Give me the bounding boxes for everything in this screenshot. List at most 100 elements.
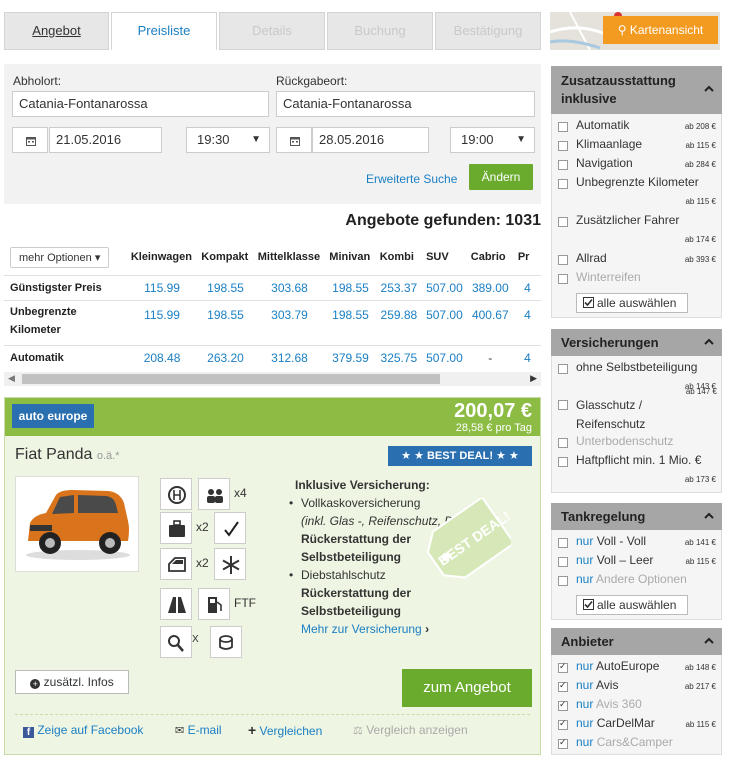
price-cell[interactable]: 4 [513,299,541,345]
filter-option[interactable]: nur Avis ab 217 € [552,678,721,697]
checkbox[interactable] [558,661,568,673]
price-cell[interactable]: - [466,344,514,365]
checkbox[interactable] [558,400,568,410]
filter-option[interactable]: Zusätzlicher Fahrer ab 174 € [552,213,721,251]
more-insurance-link[interactable]: Mehr zur Versicherung [301,622,422,636]
checkbox[interactable] [558,179,568,189]
filter-option[interactable]: Navigation ab 284 € [552,156,721,175]
filter-option[interactable]: nur CarDelMar ab 115 € [552,716,721,735]
price-cell[interactable]: 259.88 [375,299,423,345]
share-facebook-link[interactable]: f Zeige auf Facebook [23,718,143,742]
price-cell[interactable]: 253.37 [375,274,423,300]
return-location-input[interactable]: Catania-Fontanarossa [276,91,535,117]
price-cell[interactable]: 198.55 [325,274,376,300]
col-header[interactable]: Cabrio [467,240,514,275]
change-button[interactable]: Ändern [469,164,533,190]
return-date-input[interactable]: 28.05.2016 [312,127,429,153]
price-cell[interactable]: 198.55 [197,274,254,300]
only-link[interactable]: nur [576,659,593,673]
price-cell[interactable]: 507.00 [422,274,467,300]
pickup-calendar-button[interactable] [12,127,48,153]
price-cell[interactable]: 208.48 [126,344,198,365]
share-email-link[interactable]: ✉ E-mail [175,718,222,742]
checkbox[interactable] [558,457,568,467]
filter-option[interactable]: nur Voll - Voll ab 141 € [552,534,721,553]
only-link[interactable]: nur [576,716,593,730]
price-cell[interactable]: 4 [513,344,541,365]
price-cell[interactable]: 263.20 [197,344,254,365]
price-cell[interactable]: 507.00 [422,299,467,345]
only-link[interactable]: nur [576,553,593,567]
insurance-filter-header[interactable]: Versicherungen [551,329,722,356]
price-cell[interactable]: 198.55 [325,299,376,345]
price-cell[interactable]: 325.75 [375,344,423,365]
checkbox[interactable] [558,576,568,586]
filter-option[interactable]: nur Avis 360 [552,697,721,716]
filter-option[interactable]: Automatik ab 208 € [552,118,721,137]
price-cell[interactable]: 4 [513,274,541,300]
only-link[interactable]: nur [576,572,593,586]
checkbox[interactable] [558,217,568,227]
filter-option[interactable]: Allrad ab 393 € [552,251,721,270]
checkbox[interactable] [558,680,568,692]
fuel-filter-header[interactable]: Tankregelung [551,503,722,530]
provider-filter-header[interactable]: Anbieter [551,628,722,655]
price-cell[interactable]: 115.99 [126,299,198,345]
to-offer-button[interactable]: zum Angebot [402,669,532,707]
price-cell[interactable]: 312.68 [253,344,326,365]
price-cell[interactable]: 303.79 [253,299,326,345]
filter-option[interactable]: Glasschutz / Reifenschutz [552,396,672,434]
extras-filter-header[interactable]: Zusatzausstattung inklusive [551,66,722,114]
col-header[interactable]: Mittelklasse [254,240,326,275]
checkbox[interactable] [558,255,568,265]
price-cell[interactable]: 507.00 [422,344,467,365]
return-calendar-button[interactable] [276,127,312,153]
price-cell[interactable]: 115.99 [126,274,198,300]
checkbox[interactable] [558,557,568,567]
filter-option[interactable]: nur Voll – Leer ab 115 € [552,553,721,572]
advanced-search-link[interactable]: Erweiterte Suche [366,172,457,186]
price-cell[interactable]: 303.68 [253,274,326,300]
col-header[interactable]: Kombi [376,240,422,275]
price-cell[interactable]: 379.59 [325,344,376,365]
pickup-date-input[interactable]: 21.05.2016 [49,127,162,153]
col-header[interactable]: Pr [514,240,541,275]
filter-option[interactable]: nur Cars&Camper [552,735,721,754]
tab-preisliste[interactable]: Preisliste [111,12,217,50]
return-time-select[interactable]: 19:00 ▼ [450,127,535,153]
checkbox[interactable] [558,718,568,730]
filter-option[interactable]: Unbegrenzte Kilometer ab 115 € [552,175,721,213]
filter-option[interactable]: Klimaanlage ab 115 € [552,137,721,156]
pickup-location-input[interactable]: Catania-Fontanarossa [12,91,269,117]
filter-option[interactable]: nur Andere Optionen [552,572,721,591]
price-cell[interactable]: 400.67 [466,299,514,345]
tab-angebot[interactable]: Angebot [4,12,109,50]
scroll-right-arrow-icon[interactable]: ▶ [530,373,537,384]
only-link[interactable]: nur [576,678,593,692]
more-info-button[interactable]: + zusätzl. Infos [15,670,129,694]
only-link[interactable]: nur [576,534,593,548]
checkbox[interactable] [558,141,568,151]
col-header[interactable]: Minivan [325,240,375,275]
checkbox[interactable] [558,122,568,132]
col-header[interactable]: SUV [422,240,467,275]
select-all-button[interactable]: alle auswählen [576,595,688,615]
select-all-button[interactable]: alle auswählen [576,293,688,313]
checkbox[interactable] [558,737,568,749]
checkbox[interactable] [558,538,568,548]
map-view-button[interactable]: ⚲ Kartenansicht [603,16,718,44]
checkbox[interactable] [558,699,568,711]
only-link[interactable]: nur [576,735,593,749]
compare-link[interactable]: + Vergleichen [248,718,322,742]
filter-option[interactable]: nur AutoEurope ab 148 € [552,659,721,678]
col-header[interactable]: Kleinwagen [127,240,197,275]
scrollbar-thumb[interactable] [22,374,440,384]
price-cell[interactable]: 389.00 [466,274,514,300]
checkbox[interactable] [558,160,568,170]
checkbox[interactable] [558,364,568,374]
pickup-time-select[interactable]: 19:30 ▼ [186,127,270,153]
price-cell[interactable]: 198.55 [197,299,254,345]
more-options-button[interactable]: mehr Optionen ▾ [10,246,110,268]
only-link[interactable]: nur [576,697,593,711]
map-thumbnail[interactable]: ⚲ Kartenansicht [550,12,720,50]
